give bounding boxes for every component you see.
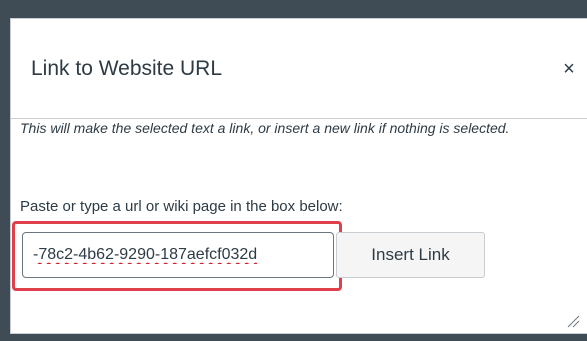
dialog-body: This will make the selected text a link,… (20, 118, 567, 215)
resize-handle-icon[interactable] (566, 314, 580, 328)
url-instruction-label: Paste or type a url or wiki page in the … (20, 198, 343, 215)
dialog-header: Link to Website URL × (11, 19, 587, 119)
url-input[interactable] (22, 232, 334, 278)
close-icon[interactable]: × (559, 59, 579, 79)
dialog-title: Link to Website URL (31, 57, 223, 80)
dialog-description: This will make the selected text a link,… (20, 120, 510, 136)
insert-link-button[interactable]: Insert Link (336, 232, 485, 278)
